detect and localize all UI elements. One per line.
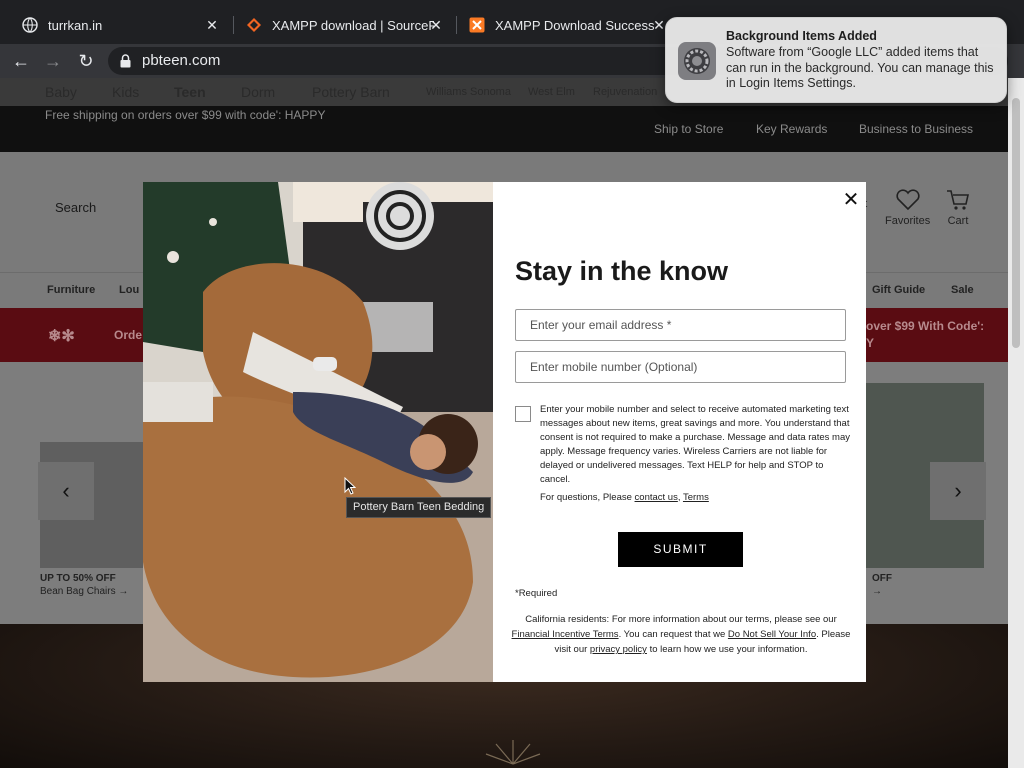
email-field[interactable] — [515, 309, 846, 341]
xampp-icon — [469, 17, 485, 33]
tab-label: XAMPP download | SourceF — [272, 17, 434, 33]
back-arrow-icon[interactable]: ← — [9, 49, 33, 73]
mouse-cursor-icon — [344, 477, 356, 495]
banner-right-text: over $99 With Code': — [866, 319, 985, 333]
sms-consent-text: Enter your mobile number and select to r… — [540, 404, 850, 485]
cart-link[interactable]: Cart — [945, 188, 971, 227]
banner-right-code: Y — [866, 336, 875, 350]
category-sale[interactable]: Sale — [951, 284, 974, 296]
settings-gear-icon — [678, 42, 716, 80]
modal-title: Stay in the know — [515, 256, 729, 286]
brand-link-williams-sonoma[interactable]: Williams Sonoma — [426, 86, 511, 98]
notification-body: Software from “Google LLC” added items t… — [726, 45, 994, 90]
terms-link[interactable]: Terms — [683, 492, 709, 503]
questions-prefix: For questions, Please — [540, 492, 635, 503]
ship-to-store-link[interactable]: Ship to Store — [654, 122, 723, 136]
carousel-prev-button[interactable]: ‹ — [38, 462, 94, 520]
tab-xampp-sourceforge[interactable]: XAMPP download | SourceF ✕ — [232, 6, 454, 44]
hero-logo-icon — [485, 740, 541, 765]
lock-icon — [120, 54, 131, 68]
notification-title: Background Items Added — [726, 29, 877, 43]
search-label[interactable]: Search — [55, 200, 96, 215]
required-note: *Required — [515, 588, 558, 599]
tab-turrkan[interactable]: turrkan.in ✕ — [8, 6, 230, 44]
cart-label: Cart — [947, 215, 969, 227]
bean-bag-photo — [143, 182, 493, 682]
carousel-link-left[interactable]: Bean Bag Chairs → — [40, 586, 128, 597]
california-legal-text: California residents: For more informati… — [511, 612, 851, 657]
questions-line: For questions, Please contact us, Terms — [540, 492, 709, 503]
carousel-caption-left: UP TO 50% OFF — [40, 573, 116, 584]
scrollbar-thumb[interactable] — [1012, 98, 1020, 348]
brand-link-pottery-barn[interactable]: Pottery Barn — [312, 84, 390, 100]
cart-icon — [947, 190, 969, 210]
key-rewards-link[interactable]: Key Rewards — [756, 122, 827, 136]
promo-text: Free shipping on orders over $99 with co… — [45, 108, 326, 122]
globe-icon — [22, 17, 38, 33]
tab-close-icon[interactable]: ✕ — [204, 17, 220, 33]
favorites-label: Favorites — [885, 215, 931, 227]
carousel-link-right[interactable]: → — [872, 586, 882, 597]
tab-close-icon[interactable]: ✕ — [428, 17, 444, 33]
brand-link-kids[interactable]: Kids — [112, 84, 139, 100]
heart-icon — [896, 189, 920, 211]
brand-link-baby[interactable]: Baby — [45, 84, 77, 100]
close-icon[interactable]: ✕ — [841, 190, 861, 210]
tab-label: turrkan.in — [48, 17, 103, 33]
sms-consent-checkbox[interactable] — [515, 406, 531, 422]
submit-button[interactable]: SUBMIT — [618, 532, 743, 567]
banner-left-text: Orde — [114, 328, 143, 342]
legal-text-4: to learn how we use your information. — [646, 644, 808, 655]
snowflake-icon: ❄✻ — [48, 328, 75, 345]
tab-xampp-success[interactable]: XAMPP Download Success ✕ — [455, 6, 677, 44]
legal-text-2: . You can request that we — [618, 629, 728, 640]
carousel-next-button[interactable]: › — [930, 462, 986, 520]
category-furniture[interactable]: Furniture — [47, 284, 95, 296]
image-tooltip: Pottery Barn Teen Bedding — [346, 497, 492, 518]
sourceforge-icon — [246, 17, 262, 33]
reload-icon[interactable]: ↻ — [74, 49, 98, 73]
brand-link-teen[interactable]: Teen — [174, 84, 206, 100]
mobile-number-field[interactable] — [515, 351, 846, 383]
signup-form: ✕ Stay in the know Enter your mobile num… — [493, 182, 866, 682]
contact-us-link[interactable]: contact us — [635, 492, 678, 503]
business-to-business-link[interactable]: Business to Business — [859, 122, 973, 136]
tab-label: XAMPP Download Success — [495, 17, 655, 33]
page-scrollbar[interactable] — [1008, 78, 1024, 768]
brand-link-dorm[interactable]: Dorm — [241, 84, 275, 100]
do-not-sell-link[interactable]: Do Not Sell Your Info — [728, 629, 816, 640]
financial-incentive-terms-link[interactable]: Financial Incentive Terms — [512, 629, 619, 640]
category-lounge[interactable]: Lou — [119, 284, 139, 296]
url-text: pbteen.com — [142, 52, 221, 69]
favorites-link[interactable]: Favorites — [885, 188, 930, 227]
category-gift-guide[interactable]: Gift Guide — [872, 284, 925, 296]
privacy-policy-link[interactable]: privacy policy — [590, 644, 647, 655]
modal-lifestyle-image — [143, 182, 493, 682]
screen: turrkan.in ✕ XAMPP download | SourceF ✕ … — [0, 0, 1024, 768]
brand-link-rejuvenation[interactable]: Rejuvenation — [593, 86, 657, 98]
system-notification[interactable]: Background Items Added Software from “Go… — [665, 17, 1007, 103]
promo-bar: Free shipping on orders over $99 with co… — [0, 106, 1008, 152]
newsletter-modal: ✕ Stay in the know Enter your mobile num… — [143, 182, 866, 682]
carousel-caption-right: OFF — [872, 573, 892, 584]
forward-arrow-icon[interactable]: → — [41, 49, 65, 73]
brand-link-west-elm[interactable]: West Elm — [528, 86, 575, 98]
legal-text-1: California residents: For more informati… — [525, 614, 837, 625]
